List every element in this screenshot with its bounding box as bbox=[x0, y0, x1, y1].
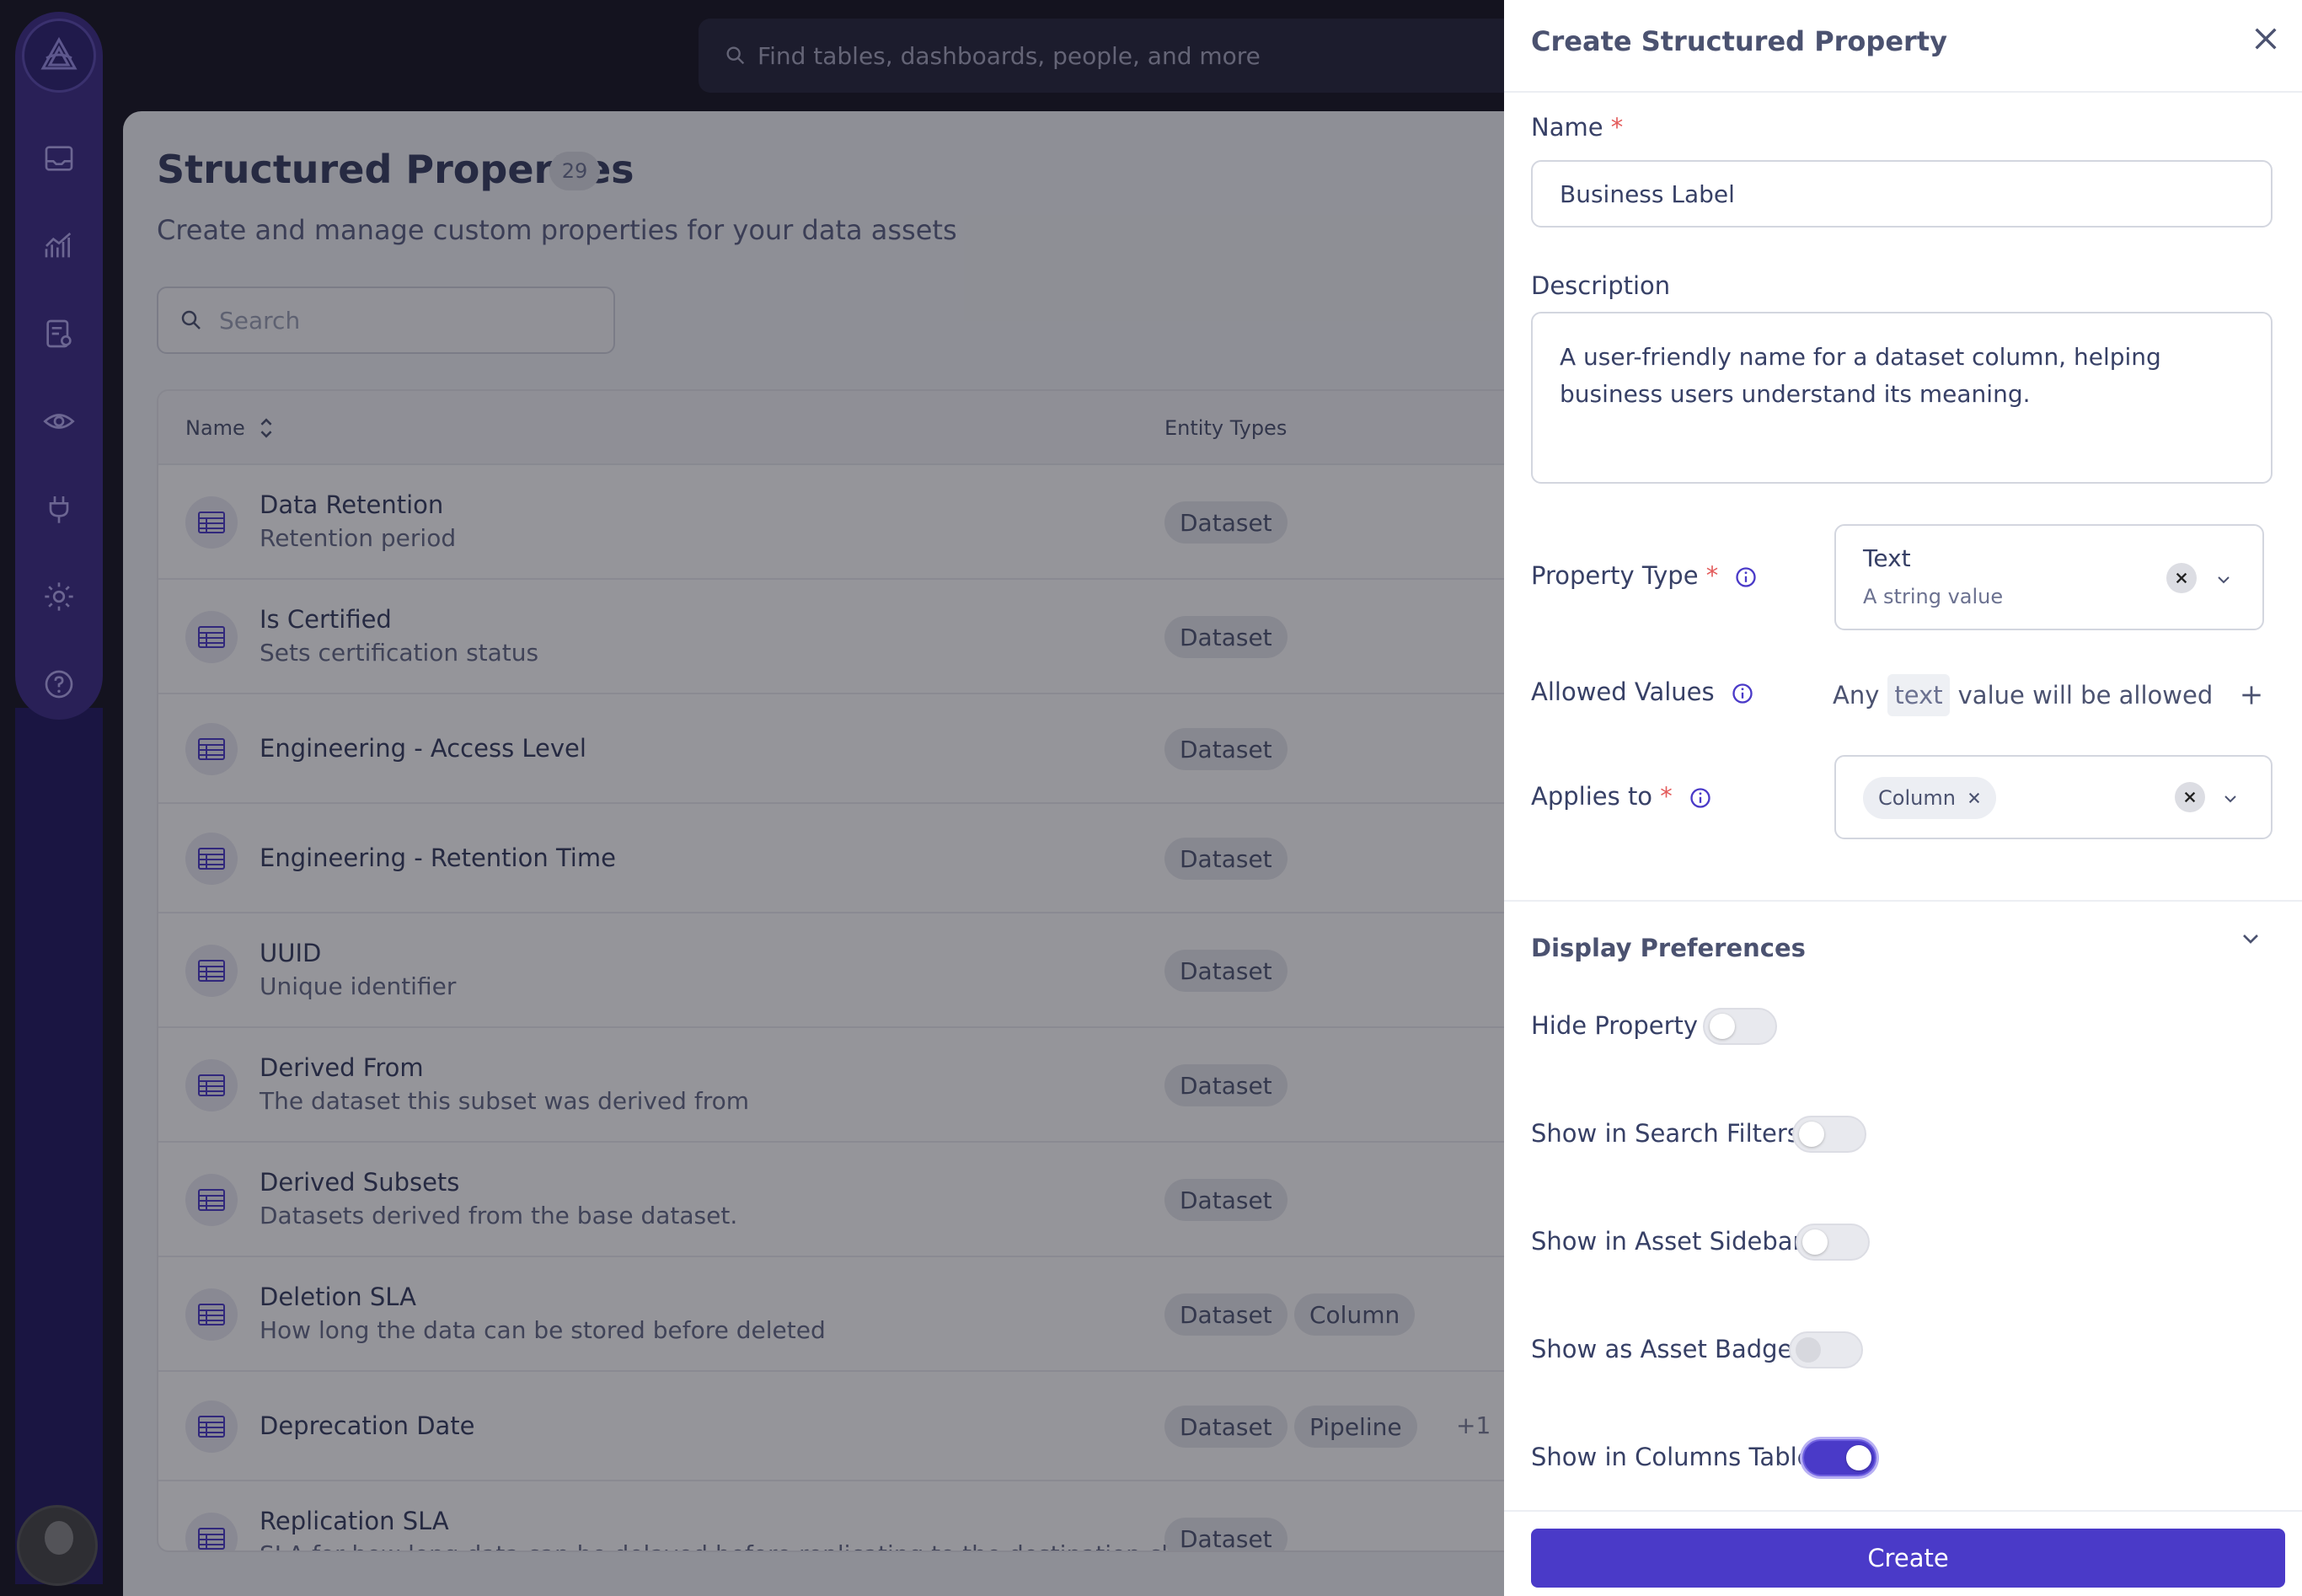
remove-chip-icon[interactable] bbox=[1967, 791, 1981, 805]
clear-icon[interactable] bbox=[2175, 782, 2205, 812]
create-button[interactable]: Create bbox=[1531, 1529, 2285, 1588]
divider bbox=[1504, 900, 2302, 902]
chevron-down-icon[interactable] bbox=[2220, 789, 2240, 809]
required-mark: * bbox=[1660, 782, 1673, 811]
name-field[interactable]: Business Label bbox=[1531, 160, 2273, 228]
drawer-title: Create Structured Property bbox=[1531, 25, 1947, 57]
close-icon[interactable] bbox=[2246, 19, 2286, 59]
allowed-values-label-text: Allowed Values bbox=[1531, 677, 1715, 706]
toggle-knob bbox=[1846, 1445, 1871, 1470]
toggle-label: Show as Asset Badge bbox=[1531, 1335, 1793, 1363]
toggle-knob bbox=[1802, 1229, 1828, 1255]
applies-to-select[interactable]: Column bbox=[1834, 755, 2273, 839]
allowed-values-text: Any text value will be allowed bbox=[1833, 674, 2265, 716]
applies-to-chip-label: Column bbox=[1878, 786, 1956, 810]
toggle-label: Show in Columns Table bbox=[1531, 1443, 1812, 1471]
toggle-knob bbox=[1799, 1122, 1824, 1147]
info-icon[interactable] bbox=[1731, 682, 1754, 705]
toggle-knob bbox=[1796, 1337, 1821, 1363]
display-preferences-title[interactable]: Display Preferences bbox=[1531, 934, 1806, 962]
property-type-label-text: Property Type bbox=[1531, 561, 1699, 590]
toggle-switch[interactable] bbox=[1792, 1116, 1866, 1153]
required-mark: * bbox=[1705, 561, 1719, 590]
property-type-select[interactable]: Text A string value bbox=[1834, 524, 2264, 630]
allowed-any: Any bbox=[1833, 681, 1880, 710]
applies-to-label-text: Applies to bbox=[1531, 782, 1653, 811]
toggle-switch[interactable] bbox=[1802, 1439, 1876, 1476]
allowed-code: text bbox=[1887, 674, 1950, 716]
name-label: Name * bbox=[1531, 113, 1623, 142]
allowed-rest: value will be allowed bbox=[1957, 681, 2214, 710]
chevron-down-icon[interactable] bbox=[2237, 925, 2264, 952]
applies-to-label: Applies to * bbox=[1531, 782, 1712, 811]
info-icon[interactable] bbox=[1734, 565, 1758, 589]
description-field[interactable]: A user-friendly name for a dataset colum… bbox=[1531, 312, 2273, 484]
required-mark: * bbox=[1610, 113, 1624, 142]
property-type-value: Text bbox=[1863, 544, 1911, 572]
drawer-header: Create Structured Property bbox=[1504, 0, 2302, 93]
name-label-text: Name bbox=[1531, 113, 1603, 142]
toggle-switch[interactable] bbox=[1789, 1331, 1863, 1368]
create-property-drawer: Create Structured Property Name * Busine… bbox=[1504, 0, 2302, 1596]
allowed-values-label: Allowed Values bbox=[1531, 677, 1754, 706]
toggle-label: Show in Search Filters bbox=[1531, 1119, 1800, 1148]
add-icon[interactable] bbox=[2238, 682, 2265, 709]
chevron-down-icon[interactable] bbox=[2214, 570, 2234, 590]
drawer-footer: Create bbox=[1504, 1510, 2302, 1596]
info-icon[interactable] bbox=[1689, 786, 1712, 810]
toggle-label: Hide Property bbox=[1531, 1011, 1699, 1040]
property-type-sub: A string value bbox=[1863, 585, 2004, 608]
toggle-knob bbox=[1710, 1014, 1735, 1039]
toggle-switch[interactable] bbox=[1703, 1008, 1777, 1045]
modal-overlay[interactable] bbox=[0, 0, 1504, 1596]
clear-icon[interactable] bbox=[2166, 563, 2197, 593]
toggle-label: Show in Asset Sidebar bbox=[1531, 1227, 1803, 1256]
description-label: Description bbox=[1531, 271, 1671, 300]
applies-to-chip: Column bbox=[1863, 777, 1996, 819]
property-type-label: Property Type * bbox=[1531, 561, 1758, 590]
toggle-switch[interactable] bbox=[1796, 1224, 1870, 1261]
